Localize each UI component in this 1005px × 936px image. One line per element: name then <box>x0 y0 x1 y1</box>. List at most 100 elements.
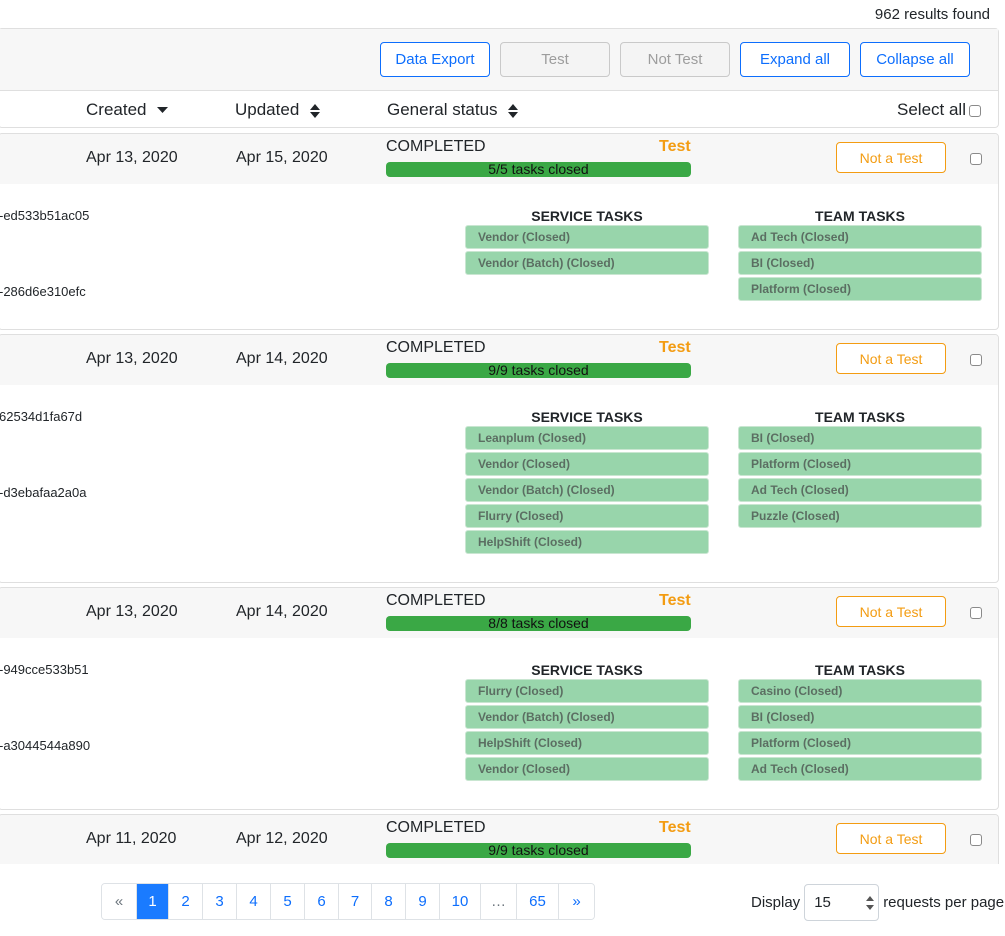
page-ellipsis: … <box>481 884 517 919</box>
task-chip[interactable]: Ad Tech (Closed) <box>738 757 982 781</box>
not-a-test-button[interactable]: Not a Test <box>836 823 946 854</box>
not-a-test-button[interactable]: Not a Test <box>836 596 946 627</box>
progress-text: 9/9 tasks closed <box>488 363 589 378</box>
select-all-label: Select all <box>897 100 966 119</box>
created-date: Apr 13, 2020 <box>86 350 178 367</box>
expand-all-button[interactable]: Expand all <box>740 42 850 77</box>
page-3[interactable]: 3 <box>203 884 237 919</box>
page-65[interactable]: 65 <box>517 884 559 919</box>
request-card: Apr 13, 2020 Apr 14, 2020 COMPLETED Test… <box>0 587 999 810</box>
page-next[interactable]: » <box>559 884 594 919</box>
status-label: COMPLETED <box>386 339 486 356</box>
request-header[interactable]: Apr 11, 2020 Apr 12, 2020 COMPLETED Test… <box>0 815 998 864</box>
task-chip[interactable]: BI (Closed) <box>738 426 982 450</box>
task-chip[interactable]: Ad Tech (Closed) <box>738 478 982 502</box>
test-badge: Test <box>659 592 691 609</box>
request-id: -949cce533b51 <box>0 662 89 677</box>
request-id: -286d6e310efc <box>0 284 86 299</box>
row-checkbox[interactable] <box>970 153 982 165</box>
updated-date: Apr 12, 2020 <box>236 830 328 847</box>
request-header[interactable]: Apr 13, 2020 Apr 14, 2020 COMPLETED Test… <box>0 335 998 385</box>
progress-bar: 9/9 tasks closed <box>386 843 691 858</box>
task-chip[interactable]: Vendor (Closed) <box>465 452 709 476</box>
page-10[interactable]: 10 <box>440 884 481 919</box>
page-9[interactable]: 9 <box>406 884 440 919</box>
task-column-title: SERVICE TASKS <box>531 662 643 678</box>
row-checkbox[interactable] <box>970 354 982 366</box>
task-chip[interactable]: Ad Tech (Closed) <box>738 225 982 249</box>
request-id: -ed533b51ac05 <box>0 208 90 223</box>
test-badge: Test <box>659 339 691 356</box>
task-chip[interactable]: Puzzle (Closed) <box>738 504 982 528</box>
page-size-select[interactable]: 15 <box>804 884 880 921</box>
results-found: 962 results found <box>874 6 990 23</box>
task-chip[interactable]: Vendor (Batch) (Closed) <box>465 251 709 275</box>
task-chip[interactable]: Leanplum (Closed) <box>465 426 709 450</box>
team-tasks: TEAM TASKS Ad Tech (Closed) BI (Closed) Pla… <box>738 207 982 303</box>
task-chip[interactable]: HelpShift (Closed) <box>465 731 709 755</box>
page-4[interactable]: 4 <box>237 884 271 919</box>
task-chip[interactable]: Vendor (Closed) <box>465 757 709 781</box>
row-checkbox[interactable] <box>970 834 982 846</box>
page-size-control: Display 15 requests per page <box>751 884 1004 921</box>
pagination: « 1 2 3 4 5 6 7 8 9 10 … 65 » <box>101 883 595 920</box>
column-general-status[interactable]: General status <box>387 100 519 120</box>
task-chip[interactable]: BI (Closed) <box>738 251 982 275</box>
collapse-all-button[interactable]: Collapse all <box>860 42 970 77</box>
progress-bar: 5/5 tasks closed <box>386 162 691 177</box>
task-column-title: TEAM TASKS <box>815 662 905 678</box>
page-7[interactable]: 7 <box>339 884 372 919</box>
not-a-test-button[interactable]: Not a Test <box>836 142 946 173</box>
request-card: Apr 11, 2020 Apr 12, 2020 COMPLETED Test… <box>0 814 999 864</box>
request-card: Apr 13, 2020 Apr 15, 2020 COMPLETED Test… <box>0 133 999 330</box>
page-5[interactable]: 5 <box>271 884 305 919</box>
page-8[interactable]: 8 <box>372 884 406 919</box>
updated-date: Apr 15, 2020 <box>236 149 328 166</box>
task-chip[interactable]: Vendor (Closed) <box>465 225 709 249</box>
task-column-title: TEAM TASKS <box>815 409 905 425</box>
select-all-checkbox[interactable] <box>969 105 981 117</box>
column-created[interactable]: Created <box>86 100 169 120</box>
request-header[interactable]: Apr 13, 2020 Apr 14, 2020 COMPLETED Test… <box>0 588 998 638</box>
request-header[interactable]: Apr 13, 2020 Apr 15, 2020 COMPLETED Test… <box>0 134 998 184</box>
task-chip[interactable]: Platform (Closed) <box>738 277 982 301</box>
display-suffix: requests per page <box>883 894 1005 911</box>
not-test-button[interactable]: Not Test <box>620 42 730 77</box>
request-card: Apr 13, 2020 Apr 14, 2020 COMPLETED Test… <box>0 334 999 583</box>
page-size-value: 15 <box>814 894 831 911</box>
task-chip[interactable]: Platform (Closed) <box>738 452 982 476</box>
task-chip[interactable]: Vendor (Batch) (Closed) <box>465 478 709 502</box>
task-column-title: SERVICE TASKS <box>531 208 643 224</box>
task-chip[interactable]: Flurry (Closed) <box>465 679 709 703</box>
updated-date: Apr 14, 2020 <box>236 350 328 367</box>
task-chip[interactable]: Vendor (Batch) (Closed) <box>465 705 709 729</box>
task-chip[interactable]: BI (Closed) <box>738 705 982 729</box>
task-chip[interactable]: Casino (Closed) <box>738 679 982 703</box>
test-button[interactable]: Test <box>500 42 610 77</box>
requests-table-header: Data Export Test Not Test Expand all Col… <box>0 28 999 128</box>
test-badge: Test <box>659 138 691 155</box>
created-date: Apr 11, 2020 <box>86 830 177 847</box>
page-2[interactable]: 2 <box>169 884 203 919</box>
task-chip[interactable]: Flurry (Closed) <box>465 504 709 528</box>
row-checkbox[interactable] <box>970 607 982 619</box>
created-date: Apr 13, 2020 <box>86 149 178 166</box>
column-updated[interactable]: Updated <box>235 100 321 120</box>
not-a-test-button[interactable]: Not a Test <box>836 343 946 374</box>
task-chip[interactable]: Platform (Closed) <box>738 731 982 755</box>
toolbar: Data Export Test Not Test Expand all Col… <box>0 29 998 91</box>
task-column-title: TEAM TASKS <box>815 208 905 224</box>
sort-desc-icon <box>157 107 169 114</box>
select-arrows-icon <box>866 896 875 910</box>
progress-bar: 8/8 tasks closed <box>386 616 691 631</box>
page-6[interactable]: 6 <box>305 884 339 919</box>
updated-date: Apr 14, 2020 <box>236 603 328 620</box>
data-export-button[interactable]: Data Export <box>380 42 490 77</box>
request-id: 62534d1fa67d <box>0 409 83 424</box>
task-chip[interactable]: HelpShift (Closed) <box>465 530 709 554</box>
progress-bar: 9/9 tasks closed <box>386 363 691 378</box>
page-1[interactable]: 1 <box>137 884 169 919</box>
page-prev[interactable]: « <box>102 884 137 919</box>
display-label: Display <box>751 894 801 911</box>
request-id: -a3044544a890 <box>0 738 91 753</box>
